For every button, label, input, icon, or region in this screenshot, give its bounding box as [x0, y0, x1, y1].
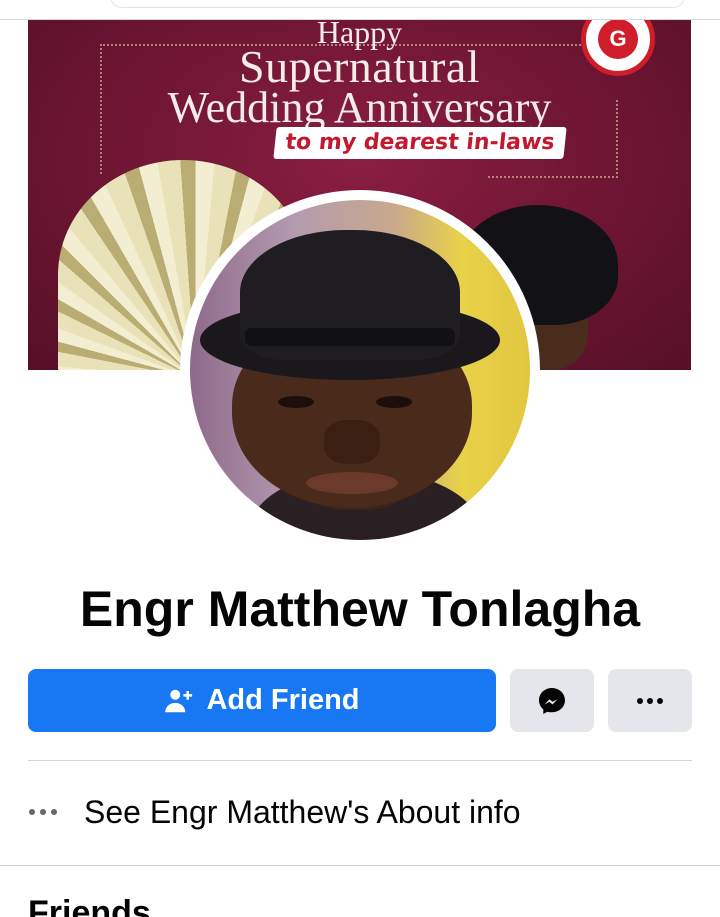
messenger-icon	[539, 687, 565, 714]
top-bar	[0, 0, 720, 20]
more-options-button[interactable]	[608, 669, 692, 732]
about-info-link[interactable]: See Engr Matthew's About info	[28, 788, 692, 836]
profile-picture[interactable]	[190, 200, 530, 540]
section-divider	[0, 865, 720, 866]
profile-name: Engr Matthew Tonlagha	[79, 581, 641, 637]
divider	[28, 760, 692, 761]
avatar-eye	[278, 396, 314, 408]
avatar-nose	[324, 420, 380, 464]
ellipsis-icon	[28, 808, 62, 816]
add-friend-label: Add Friend	[206, 684, 360, 716]
more-dots-icon	[637, 697, 663, 704]
cover-logo-mark: G	[598, 20, 638, 59]
cover-banner: to my dearest in-laws	[273, 127, 567, 159]
avatar-eye	[376, 396, 412, 408]
add-friend-icon	[165, 689, 193, 712]
search-bar-edge[interactable]	[110, 0, 685, 8]
about-info-label: See Engr Matthew's About info	[84, 793, 521, 830]
add-friend-button[interactable]: Add Friend	[28, 669, 496, 732]
cover-text-line3: Wedding Anniversary	[167, 83, 552, 132]
avatar-mouth	[306, 472, 398, 494]
avatar-hat-band	[245, 328, 455, 346]
message-button[interactable]	[510, 669, 594, 732]
friends-section-title: Friends	[28, 894, 151, 917]
